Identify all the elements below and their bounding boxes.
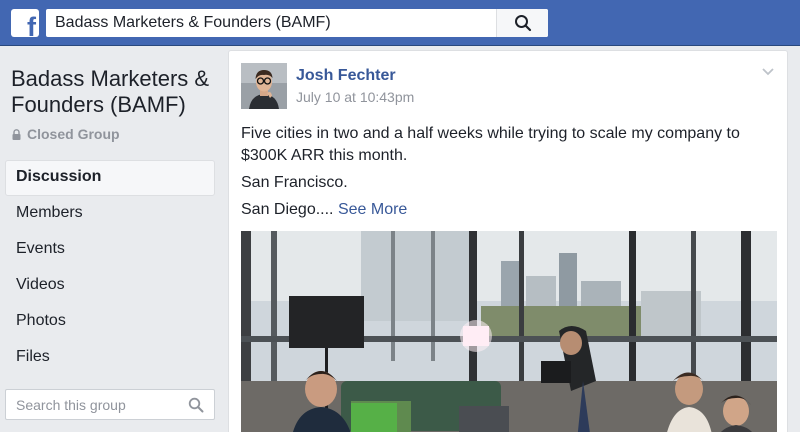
post-timestamp[interactable]: July 10 at 10:43pm: [296, 89, 414, 105]
post-paragraph: Five cities in two and a half weeks whil…: [241, 125, 740, 164]
post-card: Josh Fechter July 10 at 10:43pm Five cit…: [228, 50, 788, 432]
global-search-button[interactable]: [496, 9, 548, 37]
group-sidebar: Badass Marketers & Founders (BAMF) Close…: [0, 46, 226, 432]
facebook-logo-letter: f: [27, 12, 36, 38]
author-avatar[interactable]: [241, 63, 287, 109]
chevron-down-icon[interactable]: [761, 67, 775, 77]
facebook-logo[interactable]: f: [11, 9, 39, 37]
post-body: Five cities in two and a half weeks whil…: [241, 123, 771, 226]
post-photo[interactable]: [241, 231, 777, 432]
nav-item-photos[interactable]: Photos: [5, 304, 215, 340]
global-search-box: Badass Marketers & Founders (BAMF): [46, 9, 548, 37]
group-privacy: Closed Group: [12, 126, 120, 142]
group-title[interactable]: Badass Marketers & Founders (BAMF): [11, 66, 221, 118]
nav-item-events[interactable]: Events: [5, 232, 215, 268]
group-search-input[interactable]: [6, 390, 176, 419]
search-icon[interactable]: [188, 397, 204, 413]
group-search-box: [5, 389, 215, 420]
global-search-input[interactable]: Badass Marketers & Founders (BAMF): [55, 14, 331, 32]
post-paragraph: San Francisco.: [241, 174, 348, 191]
post-author[interactable]: Josh Fechter: [296, 67, 396, 85]
group-privacy-label: Closed Group: [27, 126, 120, 142]
nav-item-files[interactable]: Files: [5, 340, 215, 376]
top-navigation-bar: f Badass Marketers & Founders (BAMF): [0, 0, 800, 46]
group-nav: Discussion Members Events Videos Photos …: [5, 160, 215, 376]
see-more-link[interactable]: See More: [338, 201, 407, 218]
lock-icon: [12, 127, 21, 140]
nav-item-discussion[interactable]: Discussion: [5, 160, 215, 196]
nav-item-videos[interactable]: Videos: [5, 268, 215, 304]
nav-item-members[interactable]: Members: [5, 196, 215, 232]
search-icon: [515, 15, 532, 32]
post-truncated-text: San Diego....: [241, 201, 334, 218]
post-paragraph-last: San Diego.... See More: [241, 199, 771, 221]
